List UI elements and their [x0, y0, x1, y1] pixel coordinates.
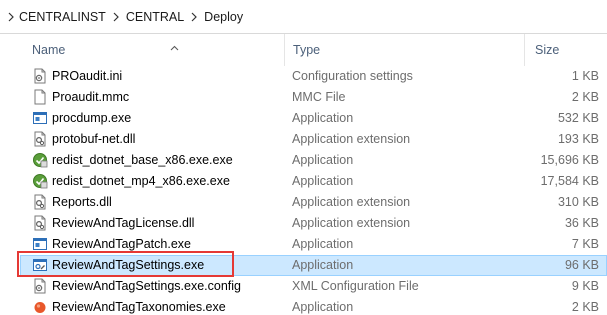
file-row[interactable]: ReviewAndTagTaxonomies.exe Application 2… [0, 297, 607, 315]
file-name: ReviewAndTagTaxonomies.exe [52, 300, 226, 314]
file-type: Application extension [292, 216, 411, 230]
file-list: PROaudit.ini Configuration settings 1 KB… [0, 66, 607, 315]
column-header-size-label: Size [535, 43, 560, 57]
file-name: ReviewAndTagLicense.dll [52, 216, 195, 230]
file-row[interactable]: ReviewAndTagPatch.exe Application 7 KB [0, 234, 607, 255]
file-name: PROaudit.ini [52, 69, 123, 83]
chevron-right-icon[interactable] [109, 12, 123, 22]
installer-icon [32, 173, 48, 189]
file-size: 17,584 KB [540, 174, 599, 188]
file-type: Application [292, 300, 354, 314]
file-row[interactable]: procdump.exe Application 532 KB [0, 108, 607, 129]
breadcrumb[interactable]: CENTRALINST CENTRAL Deploy [0, 0, 607, 34]
breadcrumb-item-centralinst[interactable]: CENTRALINST [16, 10, 109, 24]
application-icon [32, 236, 48, 252]
file-row[interactable]: protobuf-net.dll Application extension 1… [0, 129, 607, 150]
file-size: 96 KB [564, 258, 599, 272]
file-size: 532 KB [557, 111, 599, 125]
file-name: Reports.dll [52, 195, 112, 209]
file-type: Application [292, 237, 354, 251]
breadcrumb-item-central[interactable]: CENTRAL [123, 10, 187, 24]
dll-file-icon [32, 194, 48, 210]
sort-ascending-icon [170, 40, 179, 54]
file-size: 9 KB [571, 279, 599, 293]
file-type: Application [292, 174, 354, 188]
column-header-name[interactable]: Name [20, 34, 284, 66]
file-type: Application extension [292, 132, 411, 146]
dll-file-icon [32, 215, 48, 231]
file-name: ReviewAndTagSettings.exe.config [52, 279, 242, 293]
file-row[interactable]: Reports.dll Application extension 310 KB [0, 192, 607, 213]
column-header-row: Name Type Size [0, 34, 607, 66]
file-type: Application [292, 111, 354, 125]
breadcrumb-item-deploy[interactable]: Deploy [201, 10, 246, 24]
orange-app-icon [32, 299, 48, 315]
app-settings-icon [32, 257, 48, 273]
file-type: Application [292, 258, 354, 272]
application-icon [32, 110, 48, 126]
file-size: 1 KB [571, 69, 599, 83]
file-row[interactable]: PROaudit.ini Configuration settings 1 KB [0, 66, 607, 87]
chevron-right-icon[interactable] [6, 12, 16, 22]
file-type: Application extension [292, 195, 411, 209]
installer-icon [32, 152, 48, 168]
file-name: protobuf-net.dll [52, 132, 136, 146]
file-size: 15,696 KB [540, 153, 599, 167]
file-explorer-window: CENTRALINST CENTRAL Deploy Name Type Siz… [0, 0, 607, 315]
chevron-right-icon[interactable] [187, 12, 201, 22]
column-header-name-label: Name [32, 43, 66, 57]
config-file-icon [32, 278, 48, 294]
file-name: redist_dotnet_base_x86.exe.exe [52, 153, 233, 167]
file-row[interactable]: ReviewAndTagLicense.dll Application exte… [0, 213, 607, 234]
settings-file-icon [32, 68, 48, 84]
file-row-selected[interactable]: ReviewAndTagSettings.exe Application 96 … [0, 255, 607, 276]
file-type: MMC File [292, 90, 346, 104]
file-size: 310 KB [557, 195, 599, 209]
file-size: 36 KB [564, 216, 599, 230]
file-row[interactable]: redist_dotnet_base_x86.exe.exe Applicati… [0, 150, 607, 171]
file-type: Configuration settings [292, 69, 413, 83]
file-type: Application [292, 153, 354, 167]
file-row[interactable]: redist_dotnet_mp4_x86.exe.exe Applicatio… [0, 171, 607, 192]
file-row[interactable]: Proaudit.mmc MMC File 2 KB [0, 87, 607, 108]
column-header-type-label: Type [293, 43, 321, 57]
file-name: ReviewAndTagPatch.exe [52, 237, 191, 251]
file-row[interactable]: ReviewAndTagSettings.exe.config XML Conf… [0, 276, 607, 297]
column-header-type[interactable]: Type [284, 34, 524, 66]
file-name: procdump.exe [52, 111, 132, 125]
file-size: 193 KB [557, 132, 599, 146]
column-header-size[interactable]: Size [524, 34, 607, 66]
file-size: 2 KB [571, 300, 599, 314]
file-type: XML Configuration File [292, 279, 419, 293]
file-size: 7 KB [571, 237, 599, 251]
file-size: 2 KB [571, 90, 599, 104]
file-name: ReviewAndTagSettings.exe [52, 258, 205, 272]
file-name: Proaudit.mmc [52, 90, 130, 104]
dll-file-icon [32, 131, 48, 147]
file-name: redist_dotnet_mp4_x86.exe.exe [52, 174, 230, 188]
blank-file-icon [32, 89, 48, 105]
